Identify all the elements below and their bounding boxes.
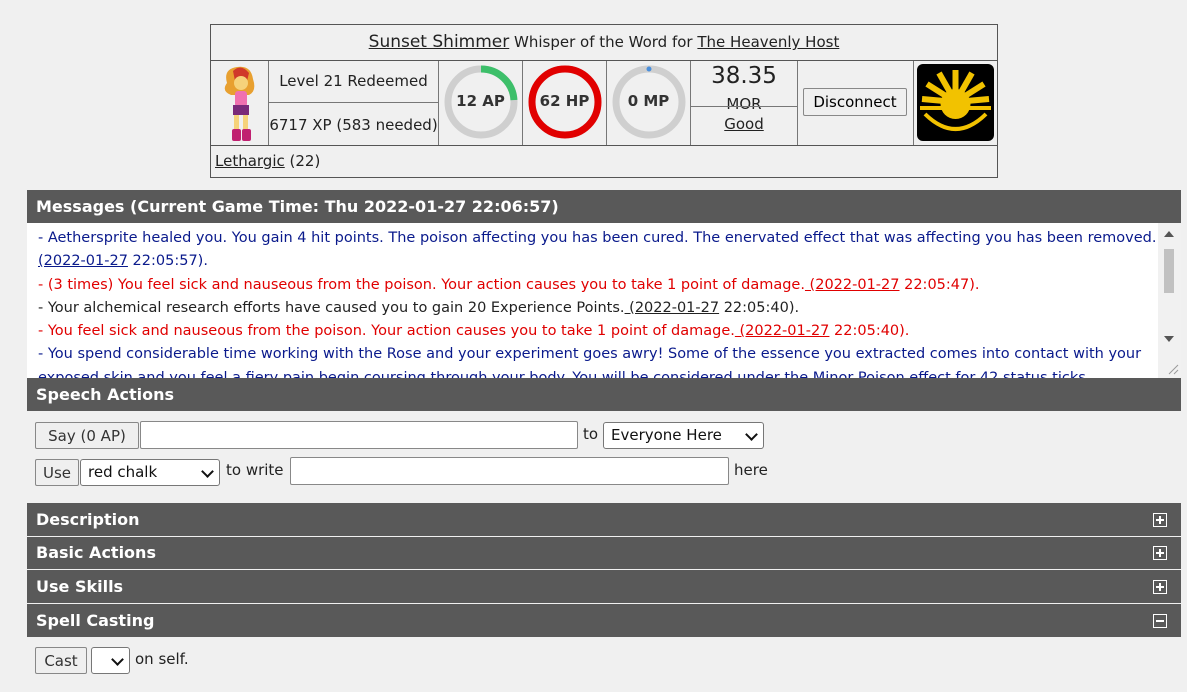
avatar-cell bbox=[211, 61, 269, 145]
hp-label: 62 HP bbox=[539, 92, 590, 110]
morality-unit: MOR bbox=[726, 95, 762, 113]
chevron-down-icon bbox=[745, 428, 758, 441]
speech-actions-header[interactable]: Speech Actions bbox=[27, 378, 1181, 411]
scrollbar-thumb[interactable] bbox=[1164, 249, 1174, 293]
chevron-down-icon bbox=[111, 653, 124, 666]
faction-logo[interactable] bbox=[917, 64, 994, 141]
mp-gauge: 0 MP bbox=[607, 61, 691, 145]
speech-target-select[interactable]: Everyone Here bbox=[603, 422, 764, 449]
use-skills-panel-header[interactable]: Use Skills bbox=[27, 570, 1181, 603]
messages-list: - Aethersprite healed you. You gain 4 hi… bbox=[38, 227, 1158, 378]
disconnect-button[interactable]: Disconnect bbox=[803, 88, 907, 116]
character-title-row: Sunset Shimmer Whisper of the Word for T… bbox=[211, 25, 997, 61]
basic-actions-panel-header[interactable]: Basic Actions bbox=[27, 537, 1181, 569]
spell-casting-title: Spell Casting bbox=[36, 611, 155, 630]
speech-actions-title: Speech Actions bbox=[36, 385, 175, 404]
item-select[interactable]: red chalk bbox=[80, 459, 220, 486]
description-panel-header[interactable]: Description bbox=[27, 503, 1181, 536]
messages-header: Messages (Current Game Time: Thu 2022-01… bbox=[27, 190, 1181, 223]
message-timestamp-link[interactable]: (2022-01-27 bbox=[735, 323, 829, 339]
on-self-label: on self. bbox=[135, 650, 189, 668]
character-card: Sunset Shimmer Whisper of the Word for T… bbox=[210, 24, 998, 178]
spell-select[interactable] bbox=[91, 647, 130, 674]
write-text-input[interactable] bbox=[290, 457, 729, 485]
speech-target-value: Everyone Here bbox=[611, 426, 722, 444]
here-label: here bbox=[734, 461, 768, 479]
message-item: - Your alchemical research efforts have … bbox=[38, 299, 800, 316]
messages-scrollbar[interactable] bbox=[1158, 223, 1181, 378]
chevron-down-icon bbox=[201, 465, 214, 478]
basic-actions-title: Basic Actions bbox=[36, 543, 156, 562]
use-skills-title: Use Skills bbox=[36, 577, 124, 596]
avatar[interactable] bbox=[213, 61, 269, 145]
disconnect-cell: Disconnect bbox=[798, 61, 914, 145]
to-label: to bbox=[583, 425, 599, 443]
say-button[interactable]: Say (0 AP) bbox=[35, 422, 139, 449]
ap-label: 12 AP bbox=[456, 92, 505, 110]
spell-casting-panel-header[interactable]: Spell Casting bbox=[27, 604, 1181, 637]
status-effect-link[interactable]: Lethargic bbox=[215, 152, 285, 170]
alignment-link[interactable]: Good bbox=[724, 115, 764, 133]
faction-link[interactable]: The Heavenly Host bbox=[697, 33, 839, 51]
collapse-minus-icon[interactable] bbox=[1153, 613, 1167, 628]
morality-value: 38.35 MOR bbox=[711, 63, 777, 113]
status-row: Lethargic (22) bbox=[211, 145, 997, 177]
expand-plus-icon[interactable] bbox=[1153, 546, 1167, 560]
message-item: - You spend considerable time working wi… bbox=[38, 346, 1142, 378]
scroll-down-arrow-icon[interactable] bbox=[1164, 336, 1174, 342]
expand-plus-icon[interactable] bbox=[1153, 579, 1167, 594]
messages-log[interactable]: - Aethersprite healed you. You gain 4 hi… bbox=[27, 223, 1181, 378]
morality-cell: 38.35 MOR Good bbox=[691, 61, 798, 145]
level-text: Level 21 Redeemed bbox=[269, 61, 438, 103]
message-item: - (3 times) You feel sick and nauseous f… bbox=[38, 276, 980, 293]
use-button[interactable]: Use bbox=[35, 459, 79, 486]
resize-grip-icon[interactable] bbox=[1167, 363, 1179, 375]
message-item: - Aethersprite healed you. You gain 4 hi… bbox=[38, 230, 1157, 270]
scroll-up-arrow-icon[interactable] bbox=[1164, 231, 1174, 237]
ap-gauge: 12 AP bbox=[439, 61, 523, 145]
character-rank-text: Whisper of the Word for bbox=[514, 33, 693, 51]
xp-text: 6717 XP (583 needed) bbox=[269, 116, 438, 134]
mp-label: 0 MP bbox=[627, 92, 670, 110]
message-timestamp-link[interactable]: (2022-01-27 bbox=[805, 277, 900, 293]
message-item: - You feel sick and nauseous from the po… bbox=[38, 323, 910, 340]
message-timestamp-link[interactable]: (2022-01-27 bbox=[625, 300, 719, 316]
message-timestamp-link[interactable]: (2022-01-27 bbox=[38, 253, 128, 269]
item-select-value: red chalk bbox=[88, 463, 158, 481]
level-cell: Level 21 Redeemed 6717 XP (583 needed) bbox=[269, 61, 439, 145]
character-name-link[interactable]: Sunset Shimmer bbox=[369, 32, 510, 52]
cast-button[interactable]: Cast bbox=[35, 647, 87, 674]
status-effect-count: (22) bbox=[289, 152, 321, 170]
faction-cell bbox=[914, 61, 997, 145]
say-text-input[interactable] bbox=[140, 421, 578, 449]
description-title: Description bbox=[36, 510, 140, 529]
messages-header-title: Messages (Current Game Time: Thu 2022-01… bbox=[36, 197, 559, 216]
expand-plus-icon[interactable] bbox=[1153, 512, 1167, 527]
hp-gauge: 62 HP bbox=[523, 61, 607, 145]
to-write-label: to write bbox=[226, 461, 284, 479]
